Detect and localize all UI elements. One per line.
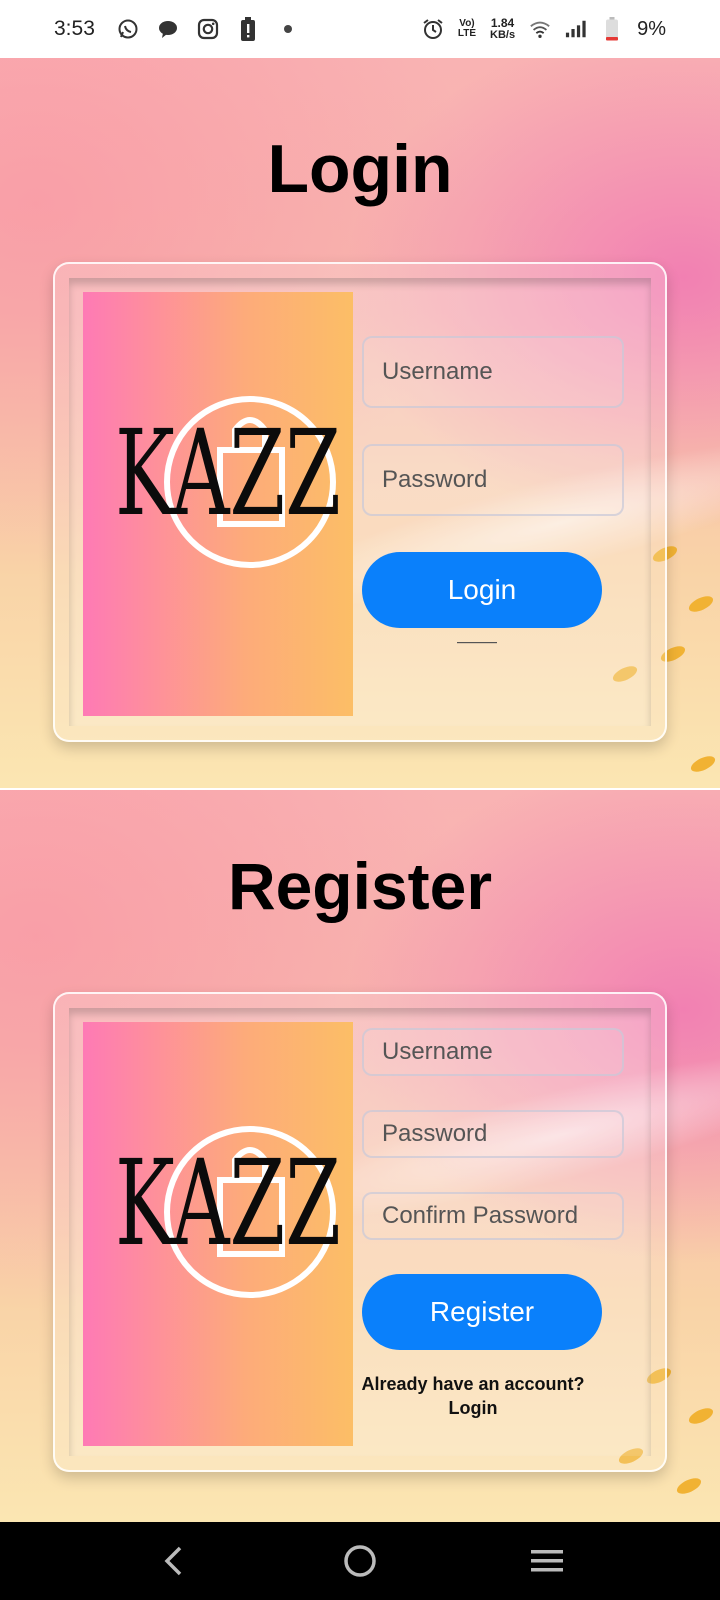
password-input[interactable]: Password [362,444,624,516]
instagram-icon [197,18,219,40]
kazz-logo: KAZZ [115,396,341,568]
logo-text: KAZZ [115,404,341,542]
confirm-password-input[interactable]: Confirm Password [362,1192,624,1240]
recents-button[interactable] [522,1536,572,1586]
signal-icon [565,18,587,40]
already-account-label: Already have an account? [361,1374,585,1394]
battery-icon [601,17,623,41]
login-section: Login KAZZ Username Password Login [0,58,720,788]
username-input[interactable]: Username [362,336,624,408]
register-password-input[interactable]: Password [362,1110,624,1158]
network-speed-unit: KB/s [490,28,516,41]
register-section: Register KAZZ Username Password Confirm … [0,790,720,1522]
whatsapp-icon [117,18,139,40]
recents-icon [530,1550,563,1572]
register-title: Register [227,849,493,923]
tiny-link[interactable] [355,640,599,645]
leaf-decoration [674,1475,704,1497]
home-icon [344,1545,376,1577]
register-button[interactable]: Register [362,1274,602,1350]
status-bar: 3:53 Vo) LTE 1.84 KB/s 9% [0,0,720,58]
login-title: Login [267,131,453,207]
logo-panel: KAZZ [83,292,353,716]
volte-bottom: LTE [457,28,477,39]
home-button[interactable] [335,1536,385,1586]
battery-alert-icon [237,17,259,41]
tiny-link-mark [457,642,497,644]
status-time: 3:53 [54,17,95,40]
login-link[interactable]: Login [345,1396,601,1420]
alarm-icon [422,18,444,40]
network-speed: 1.84 KB/s [490,15,516,41]
login-button[interactable]: Login [362,552,602,628]
leaf-decoration [686,593,716,615]
status-left: 3:53 [54,17,299,41]
already-account-text: Already have an account? Login [345,1372,601,1420]
login-card: KAZZ Username Password Login [53,262,667,742]
dot-icon [277,18,299,40]
logo-text: KAZZ [115,1134,341,1272]
wifi-icon [529,18,551,40]
status-right: Vo) LTE 1.84 KB/s 9% [422,15,666,41]
volte-icon: Vo) LTE [458,19,476,39]
back-button[interactable] [148,1536,198,1586]
navigation-bar [0,1522,720,1600]
network-speed-value: 1.84 [490,15,515,30]
leaf-decoration [686,1405,716,1427]
chat-bubble-icon [157,18,179,40]
register-card: KAZZ Username Password Confirm Password … [53,992,667,1472]
register-username-input[interactable]: Username [362,1028,624,1076]
back-icon [164,1546,182,1576]
logo-panel: KAZZ [83,1022,353,1446]
leaf-decoration [688,753,718,775]
battery-percent: 9% [637,17,666,40]
kazz-logo: KAZZ [115,1126,341,1298]
